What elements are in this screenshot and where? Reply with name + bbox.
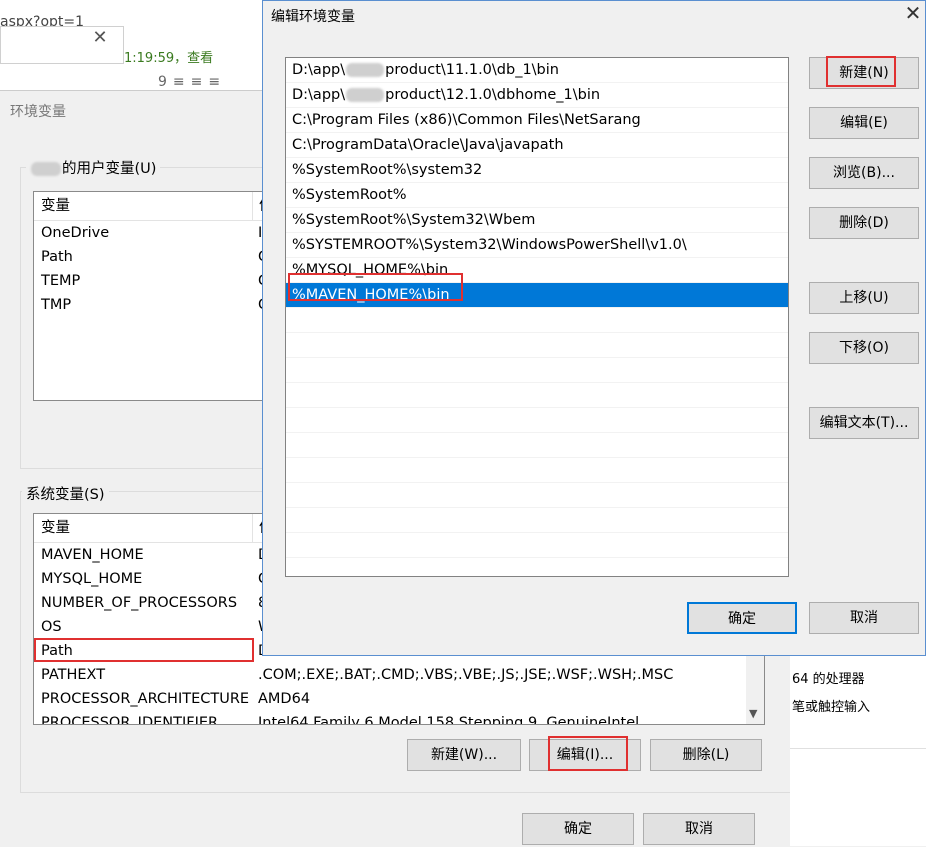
ok-button[interactable]: 确定	[522, 813, 634, 845]
path-text-rest: product\12.1.0\dbhome_1\bin	[385, 87, 601, 103]
empty-path-row[interactable]	[286, 433, 788, 458]
selected-path-highlight-box	[288, 273, 463, 301]
close-icon[interactable]: ✕	[92, 29, 108, 47]
variable-name: TMP	[41, 297, 72, 313]
variable-name: MYSQL_HOME	[41, 571, 143, 587]
dialog-cancel-button[interactable]: 取消	[809, 602, 919, 634]
table-row[interactable]: PathC	[34, 245, 274, 269]
side-text-input: 笔或触控输入	[792, 700, 871, 715]
edit-environment-variable-dialog: 编辑环境变量 ✕ D:\app\ product\11.1.0\db_1\bin D…	[262, 0, 926, 656]
path-text: D:\app\	[292, 87, 346, 103]
window-title: 环境变量	[10, 104, 66, 120]
timestamp-text: 1:19:59，查看	[124, 51, 214, 66]
path-highlight-box	[34, 638, 254, 662]
variable-name: PROCESSOR_IDENTIFIER	[41, 715, 219, 725]
path-entry[interactable]: %SystemRoot%	[286, 183, 788, 208]
empty-path-row[interactable]	[286, 508, 788, 533]
empty-path-row[interactable]	[286, 558, 788, 576]
empty-path-row[interactable]	[286, 483, 788, 508]
variable-name: Path	[41, 249, 73, 265]
move-up-button[interactable]: 上移(U)	[809, 282, 919, 314]
empty-path-row[interactable]	[286, 383, 788, 408]
variable-name: NUMBER_OF_PROCESSORS	[41, 595, 238, 611]
column-header-variable[interactable]: 变量	[41, 520, 70, 536]
path-entry[interactable]: %SystemRoot%\system32	[286, 158, 788, 183]
variable-value: .COM;.EXE;.BAT;.CMD;.VBS;.VBE;.JS;.JSE;.…	[258, 667, 674, 683]
dialog-title: 编辑环境变量	[271, 9, 355, 25]
redacted-segment	[346, 63, 385, 77]
empty-path-row[interactable]	[286, 358, 788, 383]
table-row[interactable]: PROCESSOR_IDENTIFIER Intel64 Family 6 Mod…	[34, 711, 764, 725]
column-header-variable[interactable]: 变量	[41, 198, 70, 214]
user-vars-rows: OneDriveIPathCTEMPCTMPC	[34, 221, 274, 317]
path-text: C:\Program Files (x86)\Common Files\NetS…	[292, 112, 641, 128]
side-text-processor: 64 的处理器	[792, 672, 865, 687]
variable-name: PROCESSOR_ARCHITECTURE	[41, 691, 250, 707]
user-variables-label: 的用户变量(U)	[26, 157, 161, 178]
edit-text-button[interactable]: 编辑文本(T)...	[809, 407, 919, 439]
edit-highlight-box	[548, 736, 628, 771]
empty-path-row[interactable]	[286, 308, 788, 333]
path-text: %SystemRoot%	[292, 187, 407, 203]
browse-button[interactable]: 浏览(B)...	[809, 157, 919, 189]
divider	[790, 748, 926, 749]
edit-path-button[interactable]: 编辑(E)	[809, 107, 919, 139]
move-down-button[interactable]: 下移(O)	[809, 332, 919, 364]
table-row[interactable]: PATHEXT .COM;.EXE;.BAT;.CMD;.VBS;.VBE;.JS…	[34, 663, 764, 687]
path-entry[interactable]: D:\app\ product\12.1.0\dbhome_1\bin	[286, 83, 788, 108]
user-variables-list[interactable]: 变量 值 OneDriveIPathCTEMPCTMPC	[33, 191, 275, 401]
dialog-ok-button[interactable]: 确定	[687, 602, 797, 634]
new-highlight-box	[826, 56, 896, 87]
sys-delete-button[interactable]: 删除(L)	[650, 739, 762, 771]
variable-name: OS	[41, 619, 62, 635]
table-row[interactable]: TMPC	[34, 293, 274, 317]
path-entry[interactable]: %SystemRoot%\System32\Wbem	[286, 208, 788, 233]
sys-new-button[interactable]: 新建(W)...	[407, 739, 521, 771]
side-panel: 64 的处理器 笔或触控输入	[790, 656, 926, 846]
variable-name: TEMP	[41, 273, 81, 289]
scroll-down-icon[interactable]: ▼	[749, 707, 757, 720]
variable-name: OneDrive	[41, 225, 110, 241]
path-text: %SYSTEMROOT%\System32\WindowsPowerShell\…	[292, 237, 687, 253]
variable-name: PATHEXT	[41, 667, 106, 683]
redacted-segment	[346, 88, 385, 102]
user-vars-header: 变量 值	[34, 192, 274, 221]
path-text: D:\app\	[292, 62, 346, 78]
cancel-button[interactable]: 取消	[643, 813, 755, 845]
close-icon[interactable]: ✕	[903, 3, 923, 23]
table-row[interactable]: OneDrive I	[34, 221, 274, 245]
user-group-label-text: 的用户变量(U)	[62, 161, 157, 177]
redacted-username	[31, 162, 61, 176]
empty-path-row[interactable]	[286, 458, 788, 483]
empty-path-row[interactable]	[286, 408, 788, 433]
table-row[interactable]: PROCESSOR_ARCHITECTURE AMD64	[34, 687, 764, 711]
path-text-rest: product\11.1.0\db_1\bin	[385, 62, 559, 78]
path-text: %SystemRoot%\system32	[292, 162, 483, 178]
empty-path-row[interactable]	[286, 533, 788, 558]
path-text: %SystemRoot%\System32\Wbem	[292, 212, 536, 228]
path-entry[interactable]: C:\Program Files (x86)\Common Files\NetS…	[286, 108, 788, 133]
path-entry[interactable]: D:\app\ product\11.1.0\db_1\bin	[286, 58, 788, 83]
variable-value: AMD64	[258, 691, 311, 707]
path-entry[interactable]: C:\ProgramData\Oracle\Java\javapath	[286, 133, 788, 158]
system-variables-label: 系统变量(S)	[22, 483, 109, 504]
path-rows: D:\app\ product\11.1.0\db_1\bin D:\app\ pro…	[286, 58, 788, 576]
variable-value: Intel64 Family 6 Model 158 Stepping 9, G…	[258, 715, 640, 725]
path-entries-list[interactable]: D:\app\ product\11.1.0\db_1\bin D:\app\ pro…	[285, 57, 789, 577]
empty-path-row[interactable]	[286, 333, 788, 358]
variable-name: MAVEN_HOME	[41, 547, 144, 563]
delete-path-button[interactable]: 删除(D)	[809, 207, 919, 239]
table-row[interactable]: TEMPC	[34, 269, 274, 293]
path-text: C:\ProgramData\Oracle\Java\javapath	[292, 137, 564, 153]
path-entry[interactable]: %SYSTEMROOT%\System32\WindowsPowerShell\…	[286, 233, 788, 258]
